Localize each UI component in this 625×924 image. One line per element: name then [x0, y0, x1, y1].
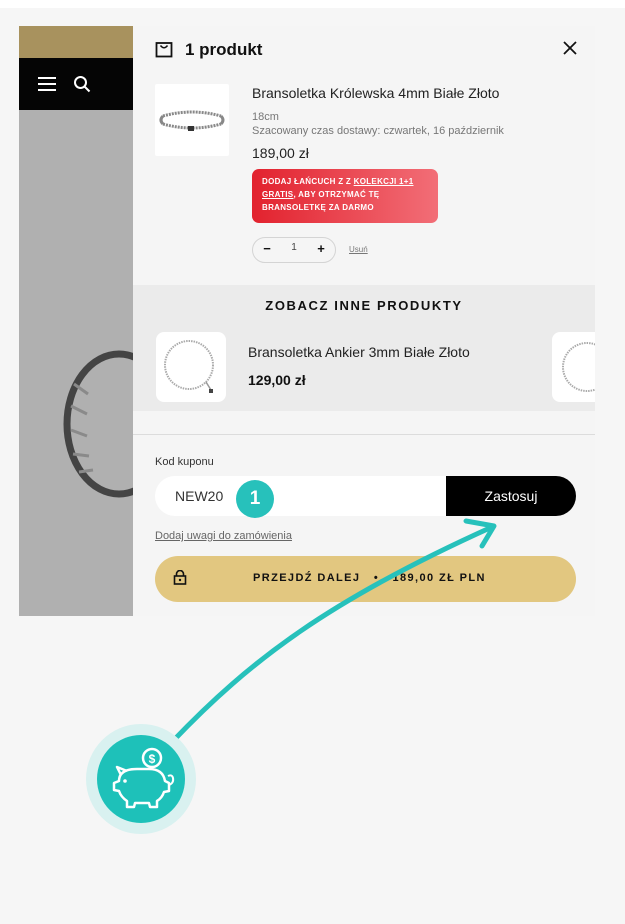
coupon-code-input[interactable] — [155, 476, 447, 516]
cart-item-thumbnail[interactable] — [155, 84, 229, 156]
promo-collection-link[interactable]: KOLEKCJI 1+1 — [354, 177, 414, 186]
cart-title: 1 produkt — [185, 40, 263, 59]
savings-badge: $ — [97, 735, 185, 823]
promo-banner: DODAJ ŁAŃCUCH Z Z KOLEKCJI 1+1 GRATIS, A… — [252, 169, 438, 223]
background-website — [19, 26, 133, 616]
checkout-label: PRZEJDŹ DALEJ • 189,00 ZŁ PLN — [253, 572, 486, 584]
related-product-thumbnail-next[interactable] — [552, 332, 595, 402]
promo-gratis-link[interactable]: GRATIS — [262, 190, 293, 199]
quantity-value[interactable]: 1 — [287, 242, 301, 253]
related-product-thumbnail[interactable] — [156, 332, 226, 402]
cart-item-price: 189,00 zł — [252, 145, 309, 161]
decrease-quantity-button[interactable]: − — [259, 241, 275, 257]
hamburger-menu-icon[interactable] — [38, 76, 56, 92]
top-strip — [0, 0, 625, 8]
cart-item-name[interactable]: Bransoletka Królewska 4mm Białe Złoto — [252, 85, 499, 101]
bracelet-product-image — [562, 342, 595, 392]
step-marker: 1 — [236, 480, 274, 518]
piggy-bank-icon: $ — [112, 747, 175, 809]
quantity-stepper: − 1 + — [252, 237, 336, 263]
increase-quantity-button[interactable]: + — [313, 241, 329, 257]
apply-coupon-button[interactable]: Zastosuj — [446, 476, 576, 516]
bracelet-product-image — [159, 110, 225, 131]
chain-bracelet-product-image — [164, 340, 214, 393]
checkout-price: 189,00 ZŁ PLN — [392, 572, 486, 584]
cart-item-size: 18cm — [252, 111, 279, 123]
cart-item-delivery: Szacowany czas dostawy: czwartek, 16 paź… — [252, 125, 504, 137]
remove-item-link[interactable]: Usuń — [349, 245, 368, 254]
promo-text-3: BRANSOLETKĘ ZA DARMO — [262, 203, 374, 212]
chain-bracelet-image — [63, 350, 133, 498]
divider — [133, 434, 595, 435]
add-order-notes-link[interactable]: Dodaj uwagi do zamówienia — [155, 530, 292, 542]
close-icon[interactable] — [560, 37, 580, 59]
svg-text:$: $ — [149, 752, 156, 766]
search-icon[interactable] — [73, 75, 91, 93]
checkout-button[interactable]: PRZEJDŹ DALEJ • 189,00 ZŁ PLN — [155, 556, 576, 602]
lock-icon — [173, 570, 187, 585]
related-product-name[interactable]: Bransoletka Ankier 3mm Białe Złoto — [248, 344, 470, 360]
related-product-price: 129,00 zł — [248, 372, 306, 388]
shopping-bag-icon — [155, 42, 173, 58]
site-navbar — [19, 58, 133, 110]
promo-text-2: , ABY OTRZYMAĆ TĘ — [293, 190, 380, 199]
coupon-label: Kod kuponu — [155, 456, 214, 468]
cart-drawer: 1 produkt Bransoletka Królewska 4mm Biał… — [133, 26, 595, 616]
related-products-title: ZOBACZ INNE PRODUKTY — [265, 298, 463, 313]
gold-banner — [19, 26, 133, 58]
checkout-separator: • — [373, 572, 380, 584]
checkout-text: PRZEJDŹ DALEJ — [253, 572, 361, 584]
promo-text-1: DODAJ ŁAŃCUCH Z Z — [262, 177, 352, 186]
